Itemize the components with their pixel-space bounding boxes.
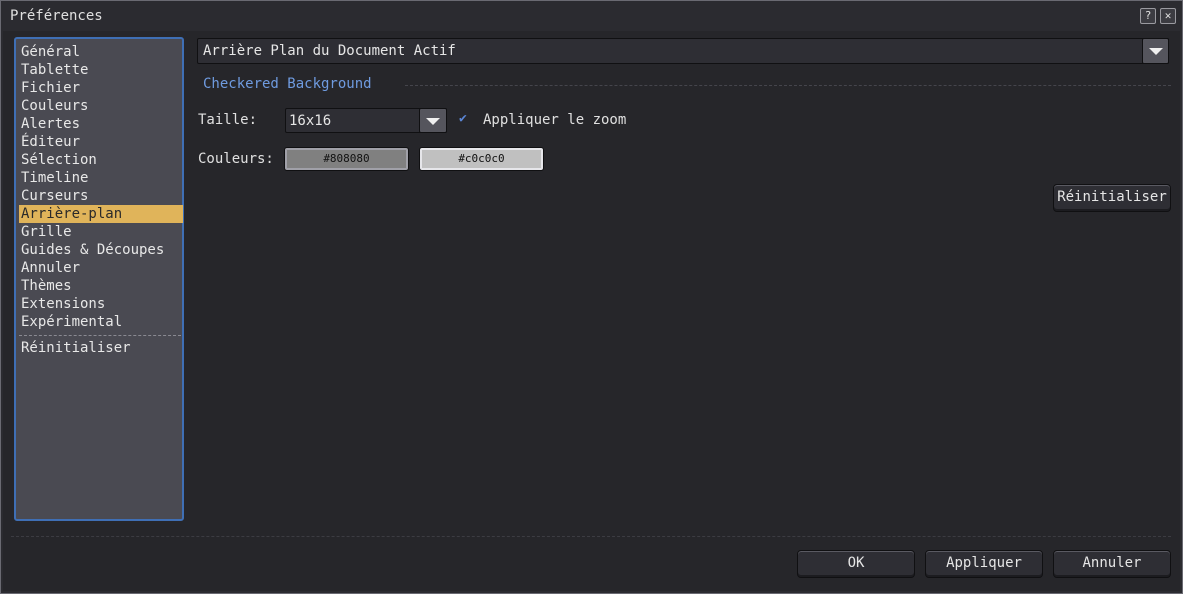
sidebar-item-tablet[interactable]: Tablette — [19, 61, 183, 79]
ok-button[interactable]: OK — [797, 550, 915, 578]
sidebar-item-selection[interactable]: Sélection — [19, 151, 183, 169]
group-divider — [405, 85, 1171, 86]
cancel-button[interactable]: Annuler — [1053, 550, 1171, 578]
group-title: Checkered Background — [203, 76, 372, 92]
size-dropdown-value: 16x16 — [289, 113, 332, 129]
help-icon[interactable]: ? — [1140, 8, 1156, 24]
sidebar-separator — [19, 335, 181, 336]
sidebar-item-colors[interactable]: Couleurs — [19, 97, 183, 115]
sidebar-item-timeline[interactable]: Timeline — [19, 169, 183, 187]
apply-button[interactable]: Appliquer — [925, 550, 1043, 578]
preferences-window: Préférences ? ✕ Général Tablette Fichier… — [0, 0, 1183, 594]
apply-zoom-checkbox-label[interactable]: Appliquer le zoom — [483, 112, 626, 128]
reset-button[interactable]: Réinitialiser — [1053, 184, 1171, 212]
window-title: Préférences — [10, 8, 103, 24]
color1-button[interactable]: #808080 — [284, 147, 409, 171]
sidebar-item-file[interactable]: Fichier — [19, 79, 183, 97]
sidebar-item-guides-slices[interactable]: Guides & Découpes — [19, 241, 183, 259]
chevron-down-icon[interactable] — [1142, 38, 1169, 64]
sidebar-item-undo[interactable]: Annuler — [19, 259, 183, 277]
section-dropdown-value: Arrière Plan du Document Actif — [203, 43, 456, 59]
sidebar-item-reset[interactable]: Réinitialiser — [19, 339, 183, 357]
sidebar-item-background[interactable]: Arrière-plan — [19, 205, 183, 223]
close-icon[interactable]: ✕ — [1160, 8, 1176, 24]
sidebar-item-cursors[interactable]: Curseurs — [19, 187, 183, 205]
sidebar-item-grid[interactable]: Grille — [19, 223, 183, 241]
colors-label: Couleurs: — [198, 151, 274, 167]
size-label: Taille: — [198, 112, 258, 128]
sidebar-item-themes[interactable]: Thèmes — [19, 277, 183, 295]
footer-divider — [11, 536, 1171, 537]
checkmark-icon[interactable]: ✔ — [459, 112, 473, 126]
sidebar-item-experimental[interactable]: Expérimental — [19, 313, 183, 331]
color2-button[interactable]: #c0c0c0 — [419, 147, 544, 171]
sidebar-item-editor[interactable]: Éditeur — [19, 133, 183, 151]
preferences-sidebar: Général Tablette Fichier Couleurs Alerte… — [14, 37, 184, 521]
size-dropdown[interactable]: 16x16 — [285, 108, 447, 133]
section-dropdown[interactable]: Arrière Plan du Document Actif — [197, 38, 1169, 64]
sidebar-item-extensions[interactable]: Extensions — [19, 295, 183, 313]
title-bar: Préférences ? ✕ — [1, 1, 1182, 31]
sidebar-item-general[interactable]: Général — [19, 43, 183, 61]
sidebar-item-alerts[interactable]: Alertes — [19, 115, 183, 133]
chevron-down-icon[interactable] — [419, 108, 447, 133]
